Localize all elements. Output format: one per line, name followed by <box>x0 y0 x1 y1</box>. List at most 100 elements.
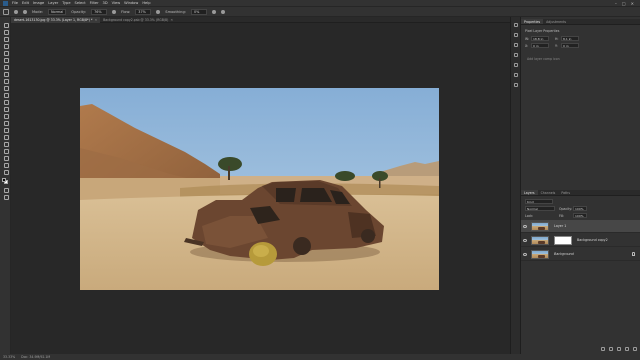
smoothing-field[interactable]: 0% <box>190 8 207 15</box>
adjustments-panel-icon[interactable] <box>514 43 518 47</box>
swatches-panel-icon[interactable] <box>514 53 518 57</box>
pressure-opacity-icon[interactable] <box>112 9 117 14</box>
brush-tool-icon[interactable] <box>3 79 9 84</box>
eye-icon[interactable] <box>523 225 527 228</box>
photoshop-logo-icon <box>3 0 8 6</box>
history-brush-tool-icon[interactable] <box>3 93 9 98</box>
desert-car-photo <box>80 88 439 290</box>
tab-channels[interactable]: Channels <box>538 190 559 195</box>
libraries-panel-icon[interactable] <box>514 63 518 67</box>
layer-name[interactable]: Background <box>554 252 574 256</box>
eyedropper-tool-icon[interactable] <box>3 65 9 70</box>
document-canvas-image[interactable] <box>80 88 439 290</box>
quick-select-tool-icon[interactable] <box>3 44 9 49</box>
tab-properties[interactable]: Properties <box>521 19 544 24</box>
properties-title: Pixel Layer Properties <box>525 29 560 33</box>
opacity-label: Opacity: <box>71 9 87 14</box>
w-label: W: <box>525 37 530 41</box>
new-layer-icon[interactable] <box>625 347 629 351</box>
properties-panel-icon[interactable] <box>514 33 518 37</box>
move-tool-icon[interactable] <box>3 23 9 28</box>
window-controls: – □ ✕ <box>615 1 640 6</box>
layer-name[interactable]: Background copy2 <box>577 238 608 242</box>
tab-label: desert-1613130.jpg @ 33.3% (Layer 1, RGB… <box>14 18 93 22</box>
layer-comp-hint: Add layer comp icon <box>527 57 560 61</box>
tab-layers[interactable]: Layers <box>521 190 538 195</box>
minimize-button[interactable]: – <box>615 1 617 6</box>
eraser-tool-icon[interactable] <box>3 100 9 105</box>
mode-select[interactable]: Normal <box>48 8 67 15</box>
rectangle-tool-icon[interactable] <box>3 149 9 154</box>
hand-tool-icon[interactable] <box>3 156 9 161</box>
airbrush-icon[interactable] <box>156 9 161 14</box>
healing-brush-tool-icon[interactable] <box>3 72 9 77</box>
paragraph-panel-icon[interactable] <box>514 83 518 87</box>
layer-row[interactable]: Background copy2 <box>521 234 640 247</box>
clone-stamp-tool-icon[interactable] <box>3 86 9 91</box>
path-select-tool-icon[interactable] <box>3 142 9 147</box>
fill-label: Fill: <box>559 214 565 218</box>
tab-paths[interactable]: Paths <box>558 190 573 195</box>
layer-mask-thumbnail[interactable] <box>554 236 572 245</box>
blend-mode-select[interactable]: Normal <box>525 206 555 211</box>
add-mask-icon[interactable] <box>617 347 621 351</box>
close-icon[interactable]: ✕ <box>94 18 97 22</box>
brush-preset-icon[interactable] <box>3 8 9 15</box>
type-tool-icon[interactable] <box>3 135 9 140</box>
zoom-tool-icon[interactable] <box>3 163 9 168</box>
pen-tool-icon[interactable] <box>3 128 9 133</box>
character-panel-icon[interactable] <box>514 73 518 77</box>
y-label: Y: <box>555 44 558 48</box>
flow-field[interactable]: 37% <box>135 8 152 15</box>
dodge-tool-icon[interactable] <box>3 121 9 126</box>
layer-filter-kind[interactable]: Kind <box>525 199 553 204</box>
screen-mode-icon[interactable] <box>3 195 9 200</box>
y-field[interactable]: 0 in <box>561 43 579 48</box>
trash-icon[interactable] <box>633 347 637 351</box>
close-icon[interactable]: ✕ <box>170 18 173 22</box>
history-panel-icon[interactable] <box>514 23 518 27</box>
maximize-button[interactable]: □ <box>622 1 626 6</box>
layers-tabs: Layers Channels Paths <box>521 190 640 196</box>
eye-icon[interactable] <box>523 253 527 256</box>
layer-row[interactable]: Layer 1 <box>521 220 640 233</box>
layer-row[interactable]: Background <box>521 248 640 261</box>
smoothing-gear-icon[interactable] <box>211 9 216 14</box>
layer-thumbnail[interactable] <box>531 222 549 231</box>
close-button[interactable]: ✕ <box>631 1 634 6</box>
blur-tool-icon[interactable] <box>3 114 9 119</box>
tab-adjustments[interactable]: Adjustments <box>543 19 569 24</box>
fill-field[interactable]: 100% <box>573 213 587 218</box>
gradient-tool-icon[interactable] <box>3 107 9 112</box>
link-layers-icon[interactable] <box>601 347 605 351</box>
more-tools-icon[interactable] <box>3 170 9 175</box>
lasso-tool-icon[interactable] <box>3 37 9 42</box>
layers-footer <box>601 347 637 351</box>
x-field[interactable]: 0 in <box>531 43 549 48</box>
fx-icon[interactable] <box>609 347 613 351</box>
brush-settings-icon[interactable] <box>23 9 27 14</box>
quick-mask-icon[interactable] <box>3 188 9 193</box>
layer-thumbnail[interactable] <box>531 250 549 259</box>
status-bar: 33.33% Doc: 34.9M/92.1M <box>0 354 640 360</box>
layer-opacity-field[interactable]: 100% <box>573 206 587 211</box>
eye-icon[interactable] <box>523 239 527 242</box>
smoothing-label: Smoothing: <box>165 9 186 14</box>
layer-name[interactable]: Layer 1 <box>554 224 566 228</box>
zoom-level[interactable]: 33.33% <box>3 355 15 359</box>
width-field[interactable]: 18.8 in <box>531 36 549 41</box>
foreground-color-swatch[interactable] <box>2 178 6 182</box>
lock-label: Lock: <box>525 214 534 218</box>
symmetry-icon[interactable] <box>220 9 225 14</box>
brush-size-icon[interactable] <box>14 9 18 14</box>
right-panels: Properties Adjustments Pixel Layer Prope… <box>520 17 640 354</box>
height-field[interactable]: 8.1 in <box>561 36 579 41</box>
frame-tool-icon[interactable] <box>3 58 9 63</box>
lock-icon[interactable] <box>632 252 635 256</box>
marquee-tool-icon[interactable] <box>3 30 9 35</box>
layer-thumbnail[interactable] <box>531 236 549 245</box>
crop-tool-icon[interactable] <box>3 51 9 56</box>
doc-size: Doc: 34.9M/92.1M <box>21 355 51 359</box>
opacity-field[interactable]: 76% <box>91 8 108 15</box>
tools-panel <box>0 17 11 354</box>
